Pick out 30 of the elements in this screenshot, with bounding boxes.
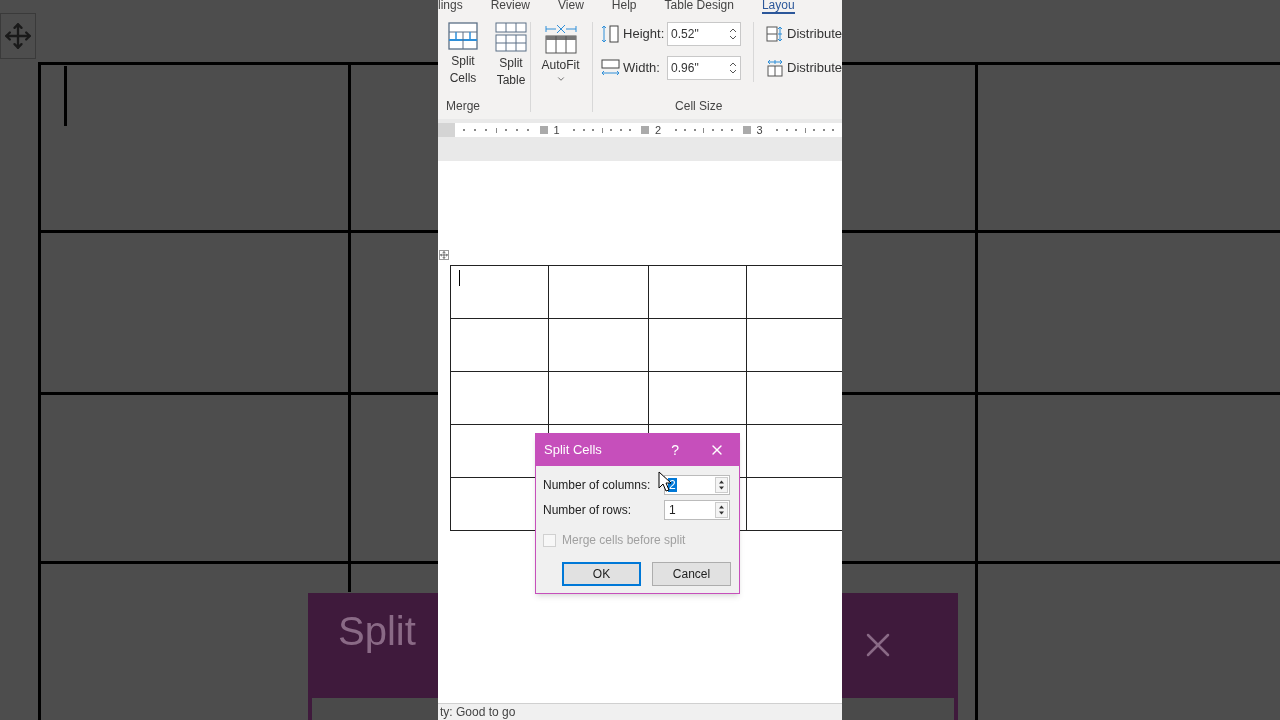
ruler-number: 2 — [655, 124, 662, 136]
autofit-button[interactable]: AutoFit — [540, 22, 581, 84]
ribbon-tab[interactable]: Table Design — [664, 0, 734, 14]
dialog-title: Split — [337, 608, 417, 651]
ribbon-tab[interactable]: Review — [490, 0, 531, 14]
field-label: Height: — [623, 25, 666, 44]
ribbon-tab[interactable]: View — [558, 0, 584, 14]
help-button[interactable]: ? — [671, 439, 679, 461]
ribbon-button[interactable]: Split Cells — [444, 22, 482, 89]
spin-field[interactable]: 0.52" — [667, 22, 742, 46]
group-label: Cell Size — [675, 98, 724, 115]
dialog-title: Split Cells — [544, 441, 603, 460]
number-field[interactable]: 1 — [664, 500, 730, 520]
status-text: ty: Good to go — [440, 706, 516, 718]
group-label: Merge — [446, 98, 481, 115]
ribbon-tab[interactable]: lings — [438, 0, 463, 14]
field-label: Number of rows: — [543, 502, 633, 519]
field-label: Number of columns: — [543, 477, 652, 494]
field-label: Width: — [623, 59, 661, 78]
ruler-number: 3 — [756, 124, 763, 136]
ribbon-tab[interactable]: Help — [611, 0, 637, 14]
number-field[interactable]: 2 — [664, 475, 730, 495]
distribute-button[interactable]: Distribute — [766, 22, 842, 46]
spin-field[interactable]: 0.96" — [667, 56, 742, 80]
ribbon-tab[interactable]: Layou — [761, 0, 795, 14]
dialog-button[interactable]: OK — [562, 562, 641, 586]
distribute-button[interactable]: Distribute — [766, 56, 842, 80]
ruler-number: 1 — [553, 124, 560, 136]
ribbon-button[interactable]: Split Table — [492, 22, 530, 89]
dialog-button[interactable]: Cancel — [652, 562, 731, 586]
